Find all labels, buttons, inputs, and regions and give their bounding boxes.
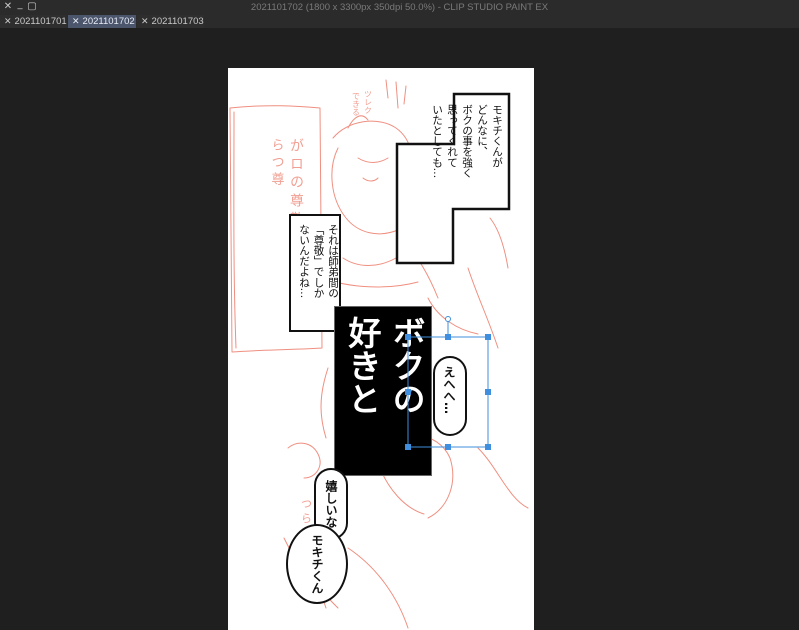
selection-transform-box[interactable] [400,312,492,454]
sketch-note: ツレク [364,90,373,114]
tab-2021101701[interactable]: ✕ 2021101701 [0,15,67,28]
narration-text-2: それは師弟間の 「尊敬」でしか ないんだよね… [298,224,339,299]
sketch-note: できる [352,92,361,116]
narration-text-1: モキチくんが どんなに、 ボクの事を強く 思ってくれて いたとしても… [431,104,503,179]
resize-handle[interactable] [445,444,451,450]
resize-handle[interactable] [445,334,451,340]
title-bar: ✕ _ ▢ 2021101702 (1800 x 3300px 350dpi 5… [0,0,799,15]
resize-handle[interactable] [485,334,491,340]
tab-label: 2021101702 [82,16,135,27]
tab-close-icon[interactable]: ✕ [72,16,80,26]
manga-page-canvas[interactable]: が ロ の 尊 敬 ら つ 尊 ツレク できる つ ら モキチくんが どんなに、… [228,68,534,630]
speech-text-ureshii: 嬉しいな [324,480,338,528]
document-tab-bar: ✕ 2021101701 ✕ 2021101702 ✕ 2021101703 [0,15,799,28]
resize-handle[interactable] [485,444,491,450]
rotate-handle[interactable] [445,316,451,322]
tab-label: 2021101701 [14,16,67,27]
tab-close-icon[interactable]: ✕ [4,16,12,26]
tab-2021101703[interactable]: ✕ 2021101703 [137,15,204,28]
resize-handle[interactable] [405,334,411,340]
tab-label: 2021101703 [151,16,204,27]
sketch-note: ら つ 尊 [269,138,285,186]
tab-close-icon[interactable]: ✕ [141,16,149,26]
speech-text-mokichi: モキチくん [310,534,324,594]
canvas-workspace[interactable]: が ロ の 尊 敬 ら つ 尊 ツレク できる つ ら モキチくんが どんなに、… [0,28,799,630]
resize-handle[interactable] [405,444,411,450]
window-title: 2021101702 (1800 x 3300px 350dpi 50.0%) … [250,2,549,13]
sketch-note: つ ら [300,498,313,524]
resize-handle[interactable] [405,389,411,395]
tab-2021101702[interactable]: ✕ 2021101702 [68,15,136,28]
resize-handle[interactable] [485,389,491,395]
